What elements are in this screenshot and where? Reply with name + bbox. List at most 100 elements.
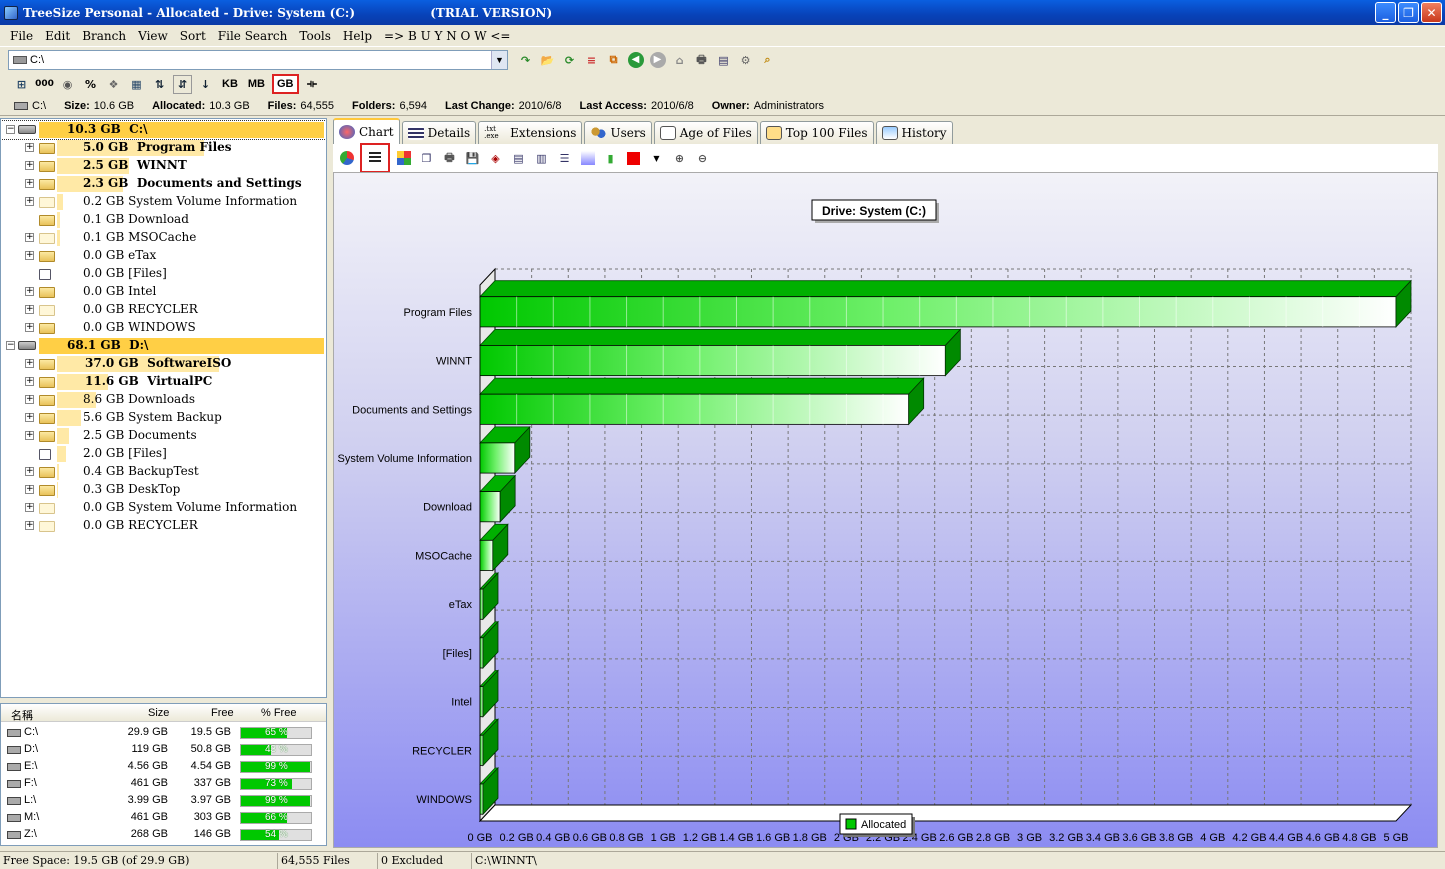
open-folder-icon[interactable]: 📂 xyxy=(538,51,557,70)
drive-row[interactable]: Z:\ 268 GB 146 GB 54 % xyxy=(1,827,326,844)
menu-help[interactable]: Help xyxy=(337,29,378,43)
settings-icon[interactable]: ⚙ xyxy=(736,51,755,70)
back-icon[interactable]: ◀ xyxy=(626,51,645,70)
tree-folder-node[interactable]: 0.0 GB [Files] xyxy=(1,265,326,283)
expand-icon[interactable]: + xyxy=(25,179,34,188)
col-name[interactable]: 名稱 xyxy=(11,707,33,723)
tab-top-100-files[interactable]: Top 100 Files xyxy=(759,121,874,144)
expand-icon[interactable]: + xyxy=(25,233,34,242)
tree-folder-node[interactable]: +0.0 GB System Volume Information xyxy=(1,499,326,517)
drive-row[interactable]: M:\ 461 GB 303 GB 66 % xyxy=(1,810,326,827)
tree-folder-node[interactable]: +0.0 GB Intel xyxy=(1,283,326,301)
collapse-icon[interactable]: − xyxy=(6,125,15,134)
expand-icon[interactable]: + xyxy=(25,305,34,314)
color-picker-icon[interactable] xyxy=(624,149,643,168)
tab-details[interactable]: Details xyxy=(401,121,477,144)
disk-icon[interactable]: ◉ xyxy=(58,75,77,94)
pie-chart-icon[interactable] xyxy=(337,149,356,168)
menu-view[interactable]: View xyxy=(132,29,174,43)
filter-icon[interactable]: ≡ xyxy=(582,51,601,70)
forward-icon[interactable]: ▶ xyxy=(648,51,667,70)
chevron-down-icon[interactable]: ▼ xyxy=(491,51,507,69)
expand-icon[interactable]: + xyxy=(25,359,34,368)
unit-gb-button[interactable]: GB xyxy=(272,74,299,94)
tab-chart[interactable]: Chart xyxy=(333,118,400,144)
unit-mb-button[interactable]: MB xyxy=(245,78,268,90)
expand-icon[interactable]: + xyxy=(25,467,34,476)
3d-view-icon[interactable]: ◈ xyxy=(486,149,505,168)
drive-row[interactable]: L:\ 3.99 GB 3.97 GB 99 % xyxy=(1,793,326,810)
col-pct-free[interactable]: % Free xyxy=(261,707,296,719)
expand-icon[interactable]: + xyxy=(25,395,34,404)
drive-list[interactable]: 名稱 Size Free % Free C:\ 29.9 GB 19.5 GB 65 … xyxy=(0,703,327,846)
sort-size-icon[interactable]: ⇵ xyxy=(173,74,192,94)
tree-folder-node[interactable]: +0.0 GB RECYCLER xyxy=(1,301,326,319)
vertical-grid-icon[interactable]: ▥ xyxy=(532,149,551,168)
tree-folder-node[interactable]: +5.6 GB System Backup xyxy=(1,409,326,427)
expand-icon[interactable]: + xyxy=(25,431,34,440)
zoom-in-icon[interactable]: ⊕ xyxy=(670,149,689,168)
expand-icon[interactable]: + xyxy=(25,287,34,296)
expand-icon[interactable]: + xyxy=(25,413,34,422)
expand-icon[interactable]: + xyxy=(25,143,34,152)
expand-icon[interactable]: + xyxy=(25,161,34,170)
grid-icon[interactable]: ▦ xyxy=(127,75,146,94)
expand-icon[interactable]: + xyxy=(25,323,34,332)
tree-folder-node[interactable]: +2.5 GB WINNT xyxy=(1,157,326,175)
save-icon[interactable]: 💾 xyxy=(463,149,482,168)
tree-expand-icon[interactable]: ⊞ xyxy=(12,75,31,94)
treemap-icon[interactable] xyxy=(394,149,413,168)
tree-folder-node[interactable]: +2.3 GB Documents and Settings xyxy=(1,175,326,193)
size-display-icon[interactable]: 000 xyxy=(35,75,54,94)
folder-tree[interactable]: −10.3 GB C:\ +5.0 GB Program Files +2.5 GB… xyxy=(0,118,327,698)
tree-drive-node[interactable]: − 68.1 GB D:\ xyxy=(1,337,326,355)
expand-icon[interactable]: + xyxy=(25,521,34,530)
menu-file[interactable]: File xyxy=(4,29,39,43)
expand-icon[interactable]: + xyxy=(25,251,34,260)
color-dropdown-icon[interactable]: ▼ xyxy=(647,149,666,168)
title-bar[interactable]: TreeSize Personal - Allocated - Drive: S… xyxy=(0,0,1445,25)
close-button[interactable]: ✕ xyxy=(1421,2,1442,23)
tree-folder-node[interactable]: +0.3 GB DeskTop xyxy=(1,481,326,499)
search-folder-icon[interactable]: ⌕ xyxy=(758,51,777,70)
horizontal-grid-icon[interactable]: ☰ xyxy=(555,149,574,168)
options-icon[interactable]: ▤ xyxy=(714,51,733,70)
chart-area[interactable]: Program Files WINNT Documents and Settings… xyxy=(333,172,1438,848)
minimize-button[interactable]: _ xyxy=(1375,2,1396,23)
menu-buy-now[interactable]: => B U Y N O W <= xyxy=(378,29,516,43)
menu-sort[interactable]: Sort xyxy=(174,29,212,43)
tab-age-of-files[interactable]: Age of Files xyxy=(653,121,758,144)
print-icon[interactable]: 🖶 xyxy=(440,149,459,168)
tree-folder-node[interactable]: +0.0 GB RECYCLER xyxy=(1,517,326,535)
col-size[interactable]: Size xyxy=(148,707,169,719)
menu-branch[interactable]: Branch xyxy=(76,29,132,43)
tree-folder-node[interactable]: +11.6 GB VirtualPC xyxy=(1,373,326,391)
tree-folder-node[interactable]: +0.1 GB MSOCache xyxy=(1,229,326,247)
expand-icon[interactable]: + xyxy=(25,197,34,206)
tree-folder-node[interactable]: +0.0 GB WINDOWS xyxy=(1,319,326,337)
restore-button[interactable]: ❐ xyxy=(1398,2,1419,23)
col-free[interactable]: Free xyxy=(211,707,234,719)
tree-folder-node[interactable]: +5.0 GB Program Files xyxy=(1,139,326,157)
bar-chart-icon[interactable] xyxy=(360,143,390,173)
sort-az-icon[interactable]: ⇅ xyxy=(150,75,169,94)
percent-icon[interactable]: % xyxy=(81,75,100,94)
up-icon[interactable]: ⌂ xyxy=(670,51,689,70)
print-icon[interactable]: 🖶 xyxy=(692,51,711,70)
path-combobox[interactable]: C:\ ▼ xyxy=(8,50,508,70)
refresh-icon[interactable]: ⟳ xyxy=(560,51,579,70)
tree-folder-node[interactable]: +37.0 GB SoftwareISO xyxy=(1,355,326,373)
copy-icon[interactable]: ❐ xyxy=(417,149,436,168)
collapse-icon[interactable]: − xyxy=(6,341,15,350)
drive-row[interactable]: C:\ 29.9 GB 19.5 GB 65 % xyxy=(1,725,326,742)
zoom-out-icon[interactable]: ⊖ xyxy=(693,149,712,168)
files-icon[interactable]: ❖ xyxy=(104,75,123,94)
tree-folder-node[interactable]: +8.6 GB Downloads xyxy=(1,391,326,409)
tree-drive-node[interactable]: − 10.3 GB C:\ xyxy=(1,120,326,140)
gradient-icon[interactable] xyxy=(578,149,597,168)
menu-tools[interactable]: Tools xyxy=(293,29,337,43)
tree-folder-node[interactable]: +2.5 GB Documents xyxy=(1,427,326,445)
labels-icon[interactable]: ▤ xyxy=(509,149,528,168)
tree-folder-node[interactable]: +0.0 GB eTax xyxy=(1,247,326,265)
expand-icon[interactable]: + xyxy=(25,503,34,512)
